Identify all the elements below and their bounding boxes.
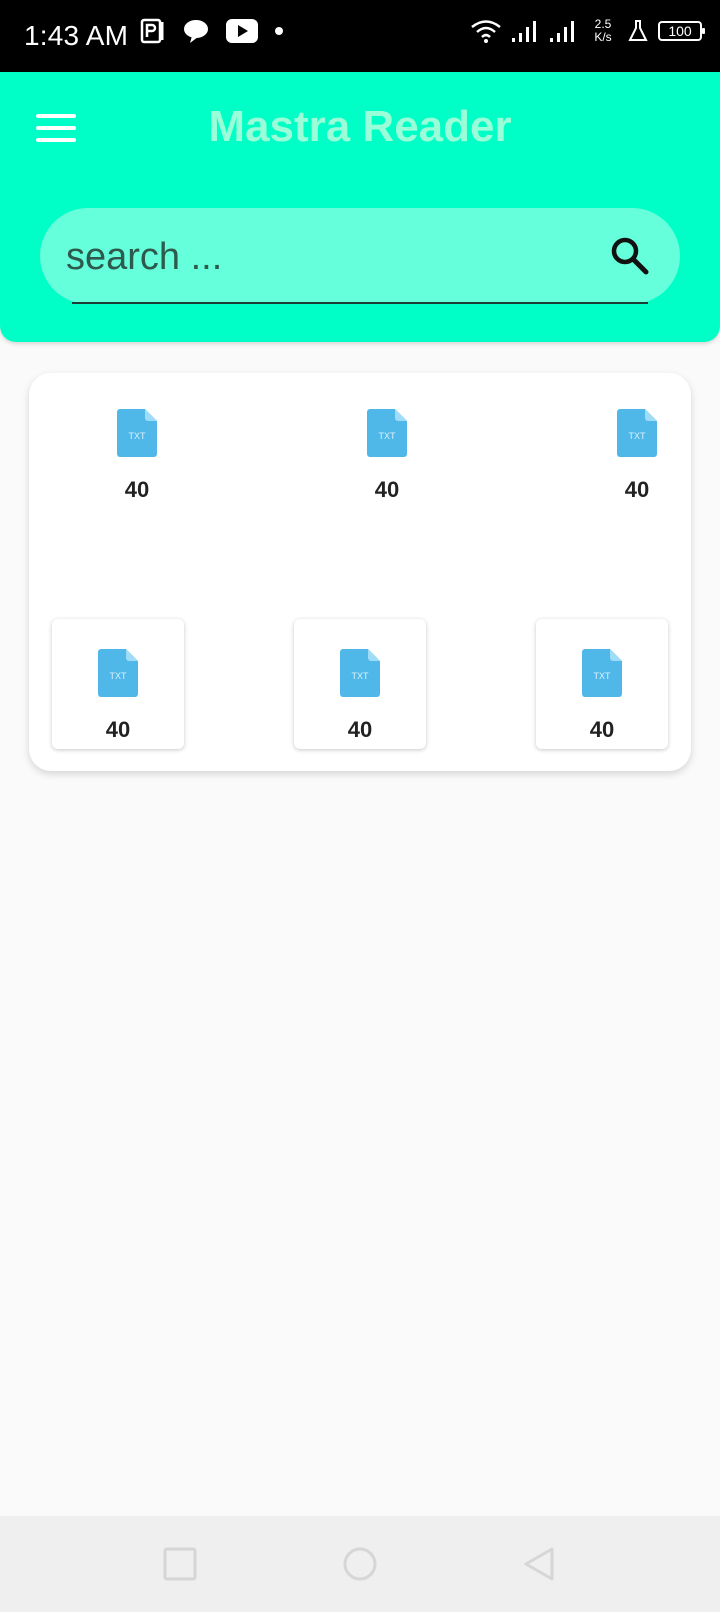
txt-file-icon: TXT — [117, 409, 157, 457]
dot-icon — [275, 27, 283, 35]
file-item-label: 40 — [124, 477, 150, 502]
svg-text:TXT: TXT — [110, 671, 128, 681]
file-item-label: 40 — [624, 477, 650, 502]
file-item-label: 40 — [105, 717, 131, 742]
parking-icon — [140, 18, 164, 44]
recent-apps-icon[interactable] — [162, 1546, 198, 1582]
status-system-icons: 2.5 K/s 100 — [470, 18, 705, 44]
txt-file-icon: TXT — [340, 649, 380, 697]
network-speed: 2.5 K/s — [588, 18, 618, 44]
svg-text:TXT: TXT — [629, 431, 647, 441]
txt-file-icon: TXT — [617, 409, 657, 457]
file-grid-card: TXT 40 TXT 40 TXT 40 TXT 40 TXT 40 TXT 40 — [29, 373, 691, 771]
file-item[interactable]: TXT 40 — [321, 379, 453, 509]
signal-icon — [512, 21, 536, 42]
file-item[interactable]: TXT 40 — [52, 619, 184, 749]
wifi-icon — [471, 20, 501, 43]
txt-file-icon: TXT — [98, 649, 138, 697]
file-item[interactable]: TXT 40 — [71, 379, 203, 509]
signal-icon — [550, 21, 574, 42]
txt-file-icon: TXT — [582, 649, 622, 697]
search-icon[interactable] — [608, 234, 652, 278]
svg-text:TXT: TXT — [379, 431, 397, 441]
txt-file-icon: TXT — [367, 409, 407, 457]
flask-icon — [628, 20, 648, 41]
app-title: Mastra Reader — [208, 102, 512, 151]
svg-text:TXT: TXT — [594, 671, 612, 681]
navigation-bar — [0, 1516, 720, 1612]
svg-text:TXT: TXT — [352, 671, 370, 681]
search-underline — [72, 302, 648, 304]
app-header: Mastra Reader — [0, 72, 720, 342]
file-item-label: 40 — [347, 717, 373, 742]
file-item-label: 40 — [589, 717, 615, 742]
search-input[interactable] — [64, 230, 588, 284]
file-item[interactable]: TXT 40 — [571, 379, 703, 509]
speed-unit: K/s — [594, 30, 612, 44]
youtube-icon — [226, 19, 258, 43]
file-item[interactable]: TXT 40 — [536, 619, 668, 749]
status-notification-icons — [140, 18, 284, 44]
battery-icon: 100 — [658, 21, 705, 41]
home-icon[interactable] — [342, 1546, 378, 1582]
file-item[interactable]: TXT 40 — [294, 619, 426, 749]
status-bar: 1:43 AM 2.5 K/s 100 — [0, 0, 720, 72]
status-time: 1:43 AM — [24, 20, 129, 51]
chat-bubble-icon — [184, 20, 208, 43]
back-icon[interactable] — [522, 1546, 558, 1582]
file-item-label: 40 — [374, 477, 400, 502]
search-bar — [40, 208, 680, 304]
svg-text:TXT: TXT — [129, 431, 147, 441]
